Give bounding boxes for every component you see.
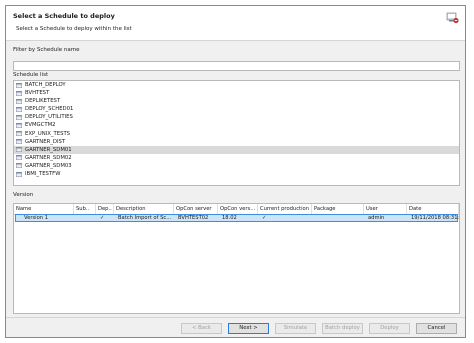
simulate-button[interactable]: Simulate <box>275 323 316 334</box>
version-cell-name: Version 1 <box>24 215 49 221</box>
column-header[interactable]: Description <box>114 204 174 214</box>
schedule-icon <box>16 131 22 137</box>
schedule-icon <box>16 147 22 153</box>
dialog-subtitle: Select a Schedule to deploy within the l… <box>16 26 132 32</box>
schedule-list-item[interactable]: GARTNER_SDM01 <box>14 145 459 154</box>
deploy-wizard-icon <box>446 12 459 24</box>
schedule-list-item[interactable]: EXP_UNIX_TESTS <box>14 130 459 138</box>
schedule-list-item-label: GARTNER_SDM03 <box>25 162 72 169</box>
schedule-list[interactable]: BATCH_DEPLOY BVHTEST DEPLIKETEST DEPLOY_SCH… <box>13 80 460 186</box>
schedule-list-item-label: GARTNER_SDM02 <box>25 154 72 161</box>
schedule-list-label: Schedule list <box>13 72 49 78</box>
column-header[interactable]: Name <box>14 204 74 214</box>
schedule-icon <box>16 155 22 161</box>
column-header[interactable]: Date <box>407 204 459 214</box>
version-cell-dep: ✓ <box>100 215 105 221</box>
version-label: Version <box>13 192 34 198</box>
schedule-icon <box>16 114 22 120</box>
schedule-list-item-label: EVMGCTM2 <box>25 122 56 129</box>
schedule-list-item[interactable]: DEPLOY_SCHED01 <box>14 105 459 113</box>
column-header[interactable]: Current production <box>258 204 312 214</box>
column-header[interactable]: User <box>364 204 407 214</box>
schedule-icon <box>16 171 22 177</box>
schedule-icon <box>16 82 22 88</box>
schedule-list-item[interactable]: DEPLOY_UTILITIES <box>14 113 459 121</box>
column-header[interactable]: OpCon vers... <box>218 204 258 214</box>
schedule-list-item-label: GARTNER_SDM01 <box>25 146 72 153</box>
version-cell-package <box>314 215 366 222</box>
batch-deploy-button[interactable]: Batch deploy <box>322 323 363 334</box>
schedule-list-item-label: EXP_UNIX_TESTS <box>25 130 71 137</box>
version-table[interactable]: Name Sub.. Dep.. Description OpCon server OpC… <box>13 203 460 314</box>
schedule-icon <box>16 123 22 128</box>
version-row[interactable]: Version 1 ✓ Batch Import of Sc... BVHTEST02… <box>15 214 460 222</box>
version-cell-sub <box>76 215 98 222</box>
schedule-icon <box>16 163 22 169</box>
version-cell-opcon-version: 18.02 <box>222 215 237 221</box>
dialog-header: Select a Schedule to deploy Select a Sch… <box>6 6 465 41</box>
next-button[interactable]: Next > <box>228 323 269 334</box>
footer-divider <box>6 317 465 318</box>
schedule-list-item-label: IBMI_TESTFW <box>25 171 61 178</box>
schedule-list-item[interactable]: GARTNER_SDM03 <box>14 162 459 170</box>
schedule-list-item[interactable]: GARTNER_DIST <box>14 138 459 146</box>
schedule-list-item-label: BVHTEST <box>25 90 50 97</box>
schedule-list-item[interactable]: BVHTEST <box>14 89 459 97</box>
schedule-list-item[interactable]: EVMGCTM2 <box>14 121 459 129</box>
schedule-list-item[interactable]: BATCH_DEPLOY <box>14 81 459 89</box>
version-cell-opcon-server: BVHTEST02 <box>178 215 209 221</box>
version-cell-description: Batch Import of Sc... <box>118 215 172 221</box>
cancel-button[interactable]: Cancel <box>416 323 457 334</box>
filter-label: Filter by Schedule name <box>13 47 80 53</box>
schedule-list-item[interactable]: GARTNER_SDM02 <box>14 154 459 162</box>
version-cell-date: 19/11/2018 08:31:997 <box>411 215 460 221</box>
schedule-list-item[interactable]: DEPLIKETEST <box>14 97 459 105</box>
deploy-dialog: Select a Schedule to deploy Select a Sch… <box>5 5 466 338</box>
schedule-icon <box>16 139 22 145</box>
column-header[interactable]: Sub.. <box>74 204 96 214</box>
deploy-button[interactable]: Deploy <box>369 323 410 334</box>
schedule-list-item-label: DEPLIKETEST <box>25 98 61 105</box>
column-header[interactable]: OpCon server <box>174 204 218 214</box>
schedule-icon <box>16 98 22 104</box>
dialog-title: Select a Schedule to deploy <box>13 12 115 20</box>
version-cell-current-production: ✓ <box>262 215 267 221</box>
version-cell-user: admin <box>368 215 385 221</box>
schedule-list-item[interactable]: IBMI_TESTFW <box>14 170 459 178</box>
schedule-list-item-label: GARTNER_DIST <box>25 138 66 145</box>
schedule-list-item-label: DEPLOY_SCHED01 <box>25 106 74 113</box>
column-header[interactable]: Package <box>312 204 364 214</box>
back-button[interactable]: < Back <box>181 323 222 334</box>
schedule-icon <box>16 90 22 96</box>
schedule-icon <box>16 106 22 112</box>
schedule-filter-input[interactable] <box>13 61 460 71</box>
schedule-list-item-label: DEPLOY_UTILITIES <box>25 114 73 121</box>
schedule-list-item-label: BATCH_DEPLOY <box>25 82 66 88</box>
column-header[interactable]: Dep.. <box>96 204 114 214</box>
